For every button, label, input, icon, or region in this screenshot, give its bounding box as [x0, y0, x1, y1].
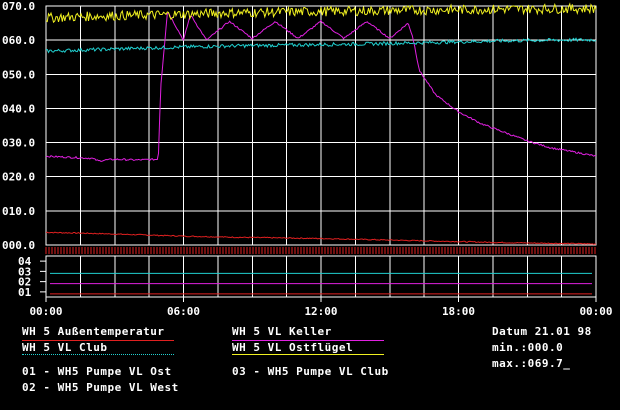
x-tick-label: 00:00: [29, 305, 62, 318]
legend-ostfluegel-label: WH 5 VL Ostflügel: [232, 341, 354, 354]
legend-pump3-label: 03 - WH5 Pumpe VL Club: [232, 365, 389, 378]
legend-ostfluegel-line: [232, 354, 384, 355]
legend-aussen-label: WH 5 Außentemperatur: [22, 325, 165, 338]
legend-keller-label: WH 5 VL Keller: [232, 325, 332, 338]
info-min: min.:000.0: [492, 341, 564, 354]
y-tick-label: 040.0: [2, 102, 35, 115]
info-datum: Datum 21.01 98: [492, 325, 592, 338]
x-tick-label: 00:00: [579, 305, 612, 318]
x-tick-label: 18:00: [442, 305, 475, 318]
legend-pump2-label: 02 - WH5 Pumpe VL West: [22, 381, 179, 394]
y-tick-label: 010.0: [2, 205, 35, 218]
digital-chart-grid: 04030201: [18, 255, 597, 299]
legend-club-line: [22, 354, 174, 355]
legend-club-label: WH 5 VL Club: [22, 341, 108, 354]
y-tick-label: 070.0: [2, 0, 35, 13]
y-tick-label: 000.0: [2, 239, 35, 252]
y-tick-label: 020.0: [2, 171, 35, 184]
x-tick-label: 12:00: [304, 305, 337, 318]
digital-y-tick-label: 01: [18, 286, 32, 299]
info-max: max.:069.7_: [492, 357, 571, 370]
y-tick-label: 060.0: [2, 34, 35, 47]
y-tick-label: 050.0: [2, 68, 35, 81]
y-tick-label: 030.0: [2, 137, 35, 150]
legend-pump1-label: 01 - WH5 Pumpe VL Ost: [22, 365, 172, 378]
main-chart-grid: [45, 5, 597, 246]
x-tick-label: 06:00: [167, 305, 200, 318]
